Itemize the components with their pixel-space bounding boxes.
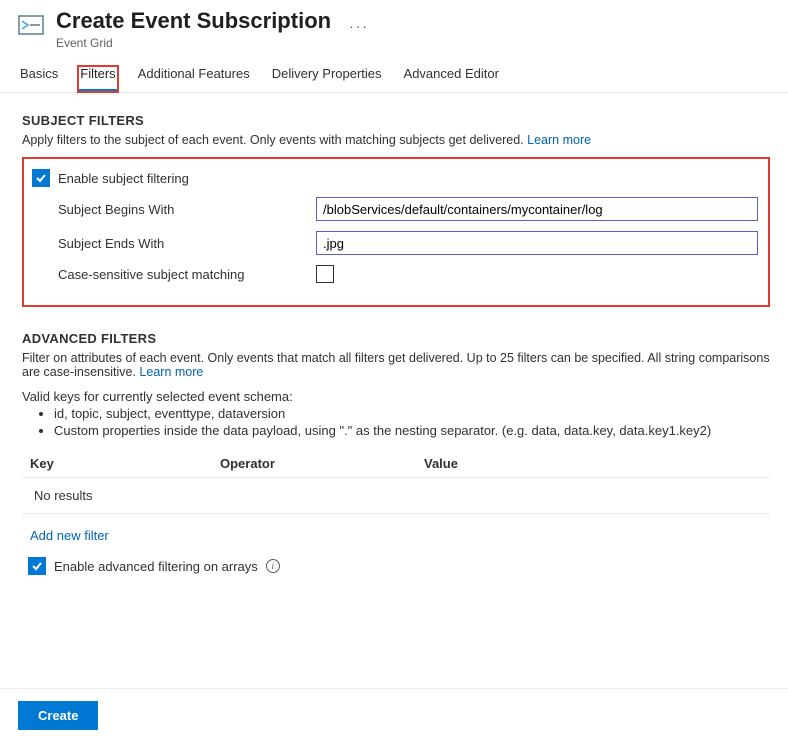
enable-advanced-arrays-checkbox[interactable] (28, 557, 46, 575)
event-grid-icon (18, 12, 44, 38)
enable-subject-filtering-row: Enable subject filtering (32, 169, 758, 187)
subject-filters-heading: SUBJECT FILTERS (22, 113, 770, 128)
subject-filters-learn-more-link[interactable]: Learn more (527, 133, 591, 147)
valid-keys-item-2: Custom properties inside the data payloa… (54, 423, 770, 438)
filter-col-key: Key (30, 456, 220, 471)
page-subtitle: Event Grid (56, 36, 331, 50)
filter-table-header: Key Operator Value (22, 444, 770, 478)
filter-col-value: Value (424, 456, 458, 471)
create-button[interactable]: Create (18, 701, 98, 730)
advanced-filters-heading: ADVANCED FILTERS (22, 331, 770, 346)
enable-advanced-arrays-row: Enable advanced filtering on arrays i (22, 557, 770, 575)
tab-filters[interactable]: Filters (78, 66, 117, 92)
tab-delivery-properties[interactable]: Delivery Properties (270, 66, 384, 92)
more-menu-button[interactable]: ··· (349, 18, 369, 34)
advanced-filters-learn-more-link[interactable]: Learn more (139, 365, 203, 379)
subject-filters-desc-text: Apply filters to the subject of each eve… (22, 133, 527, 147)
tab-additional-features[interactable]: Additional Features (136, 66, 252, 92)
enable-subject-filtering-checkbox[interactable] (32, 169, 50, 187)
filter-col-operator: Operator (220, 456, 424, 471)
enable-subject-filtering-label: Enable subject filtering (58, 171, 189, 186)
case-sensitive-label: Case-sensitive subject matching (58, 267, 316, 282)
add-new-filter-link[interactable]: Add new filter (22, 514, 770, 557)
page-title: Create Event Subscription (56, 8, 331, 34)
tab-basics[interactable]: Basics (18, 66, 60, 92)
subject-begins-with-row: Subject Begins With (32, 197, 758, 221)
subject-begins-with-input[interactable] (316, 197, 758, 221)
tab-bar: Basics Filters Additional Features Deliv… (0, 52, 788, 93)
case-sensitive-row: Case-sensitive subject matching (32, 265, 758, 283)
advanced-filters-description: Filter on attributes of each event. Only… (22, 351, 770, 379)
case-sensitive-checkbox[interactable] (316, 265, 334, 283)
valid-keys-item-1: id, topic, subject, eventtype, dataversi… (54, 406, 770, 421)
filter-no-results: No results (22, 478, 770, 514)
subject-ends-with-input[interactable] (316, 231, 758, 255)
subject-begins-with-label: Subject Begins With (58, 202, 316, 217)
valid-keys-section: Valid keys for currently selected event … (22, 389, 770, 438)
page-header: Create Event Subscription Event Grid ··· (0, 0, 788, 52)
valid-keys-intro: Valid keys for currently selected event … (22, 389, 770, 404)
subject-filters-description: Apply filters to the subject of each eve… (22, 133, 770, 147)
enable-advanced-arrays-label: Enable advanced filtering on arrays (54, 559, 258, 574)
tab-advanced-editor[interactable]: Advanced Editor (402, 66, 501, 92)
subject-filters-panel: Enable subject filtering Subject Begins … (22, 157, 770, 307)
subject-ends-with-label: Subject Ends With (58, 236, 316, 251)
info-icon[interactable]: i (266, 559, 280, 573)
subject-ends-with-row: Subject Ends With (32, 231, 758, 255)
advanced-filters-desc-text: Filter on attributes of each event. Only… (22, 351, 770, 379)
content-area: SUBJECT FILTERS Apply filters to the sub… (0, 93, 788, 575)
footer: Create (0, 688, 788, 742)
